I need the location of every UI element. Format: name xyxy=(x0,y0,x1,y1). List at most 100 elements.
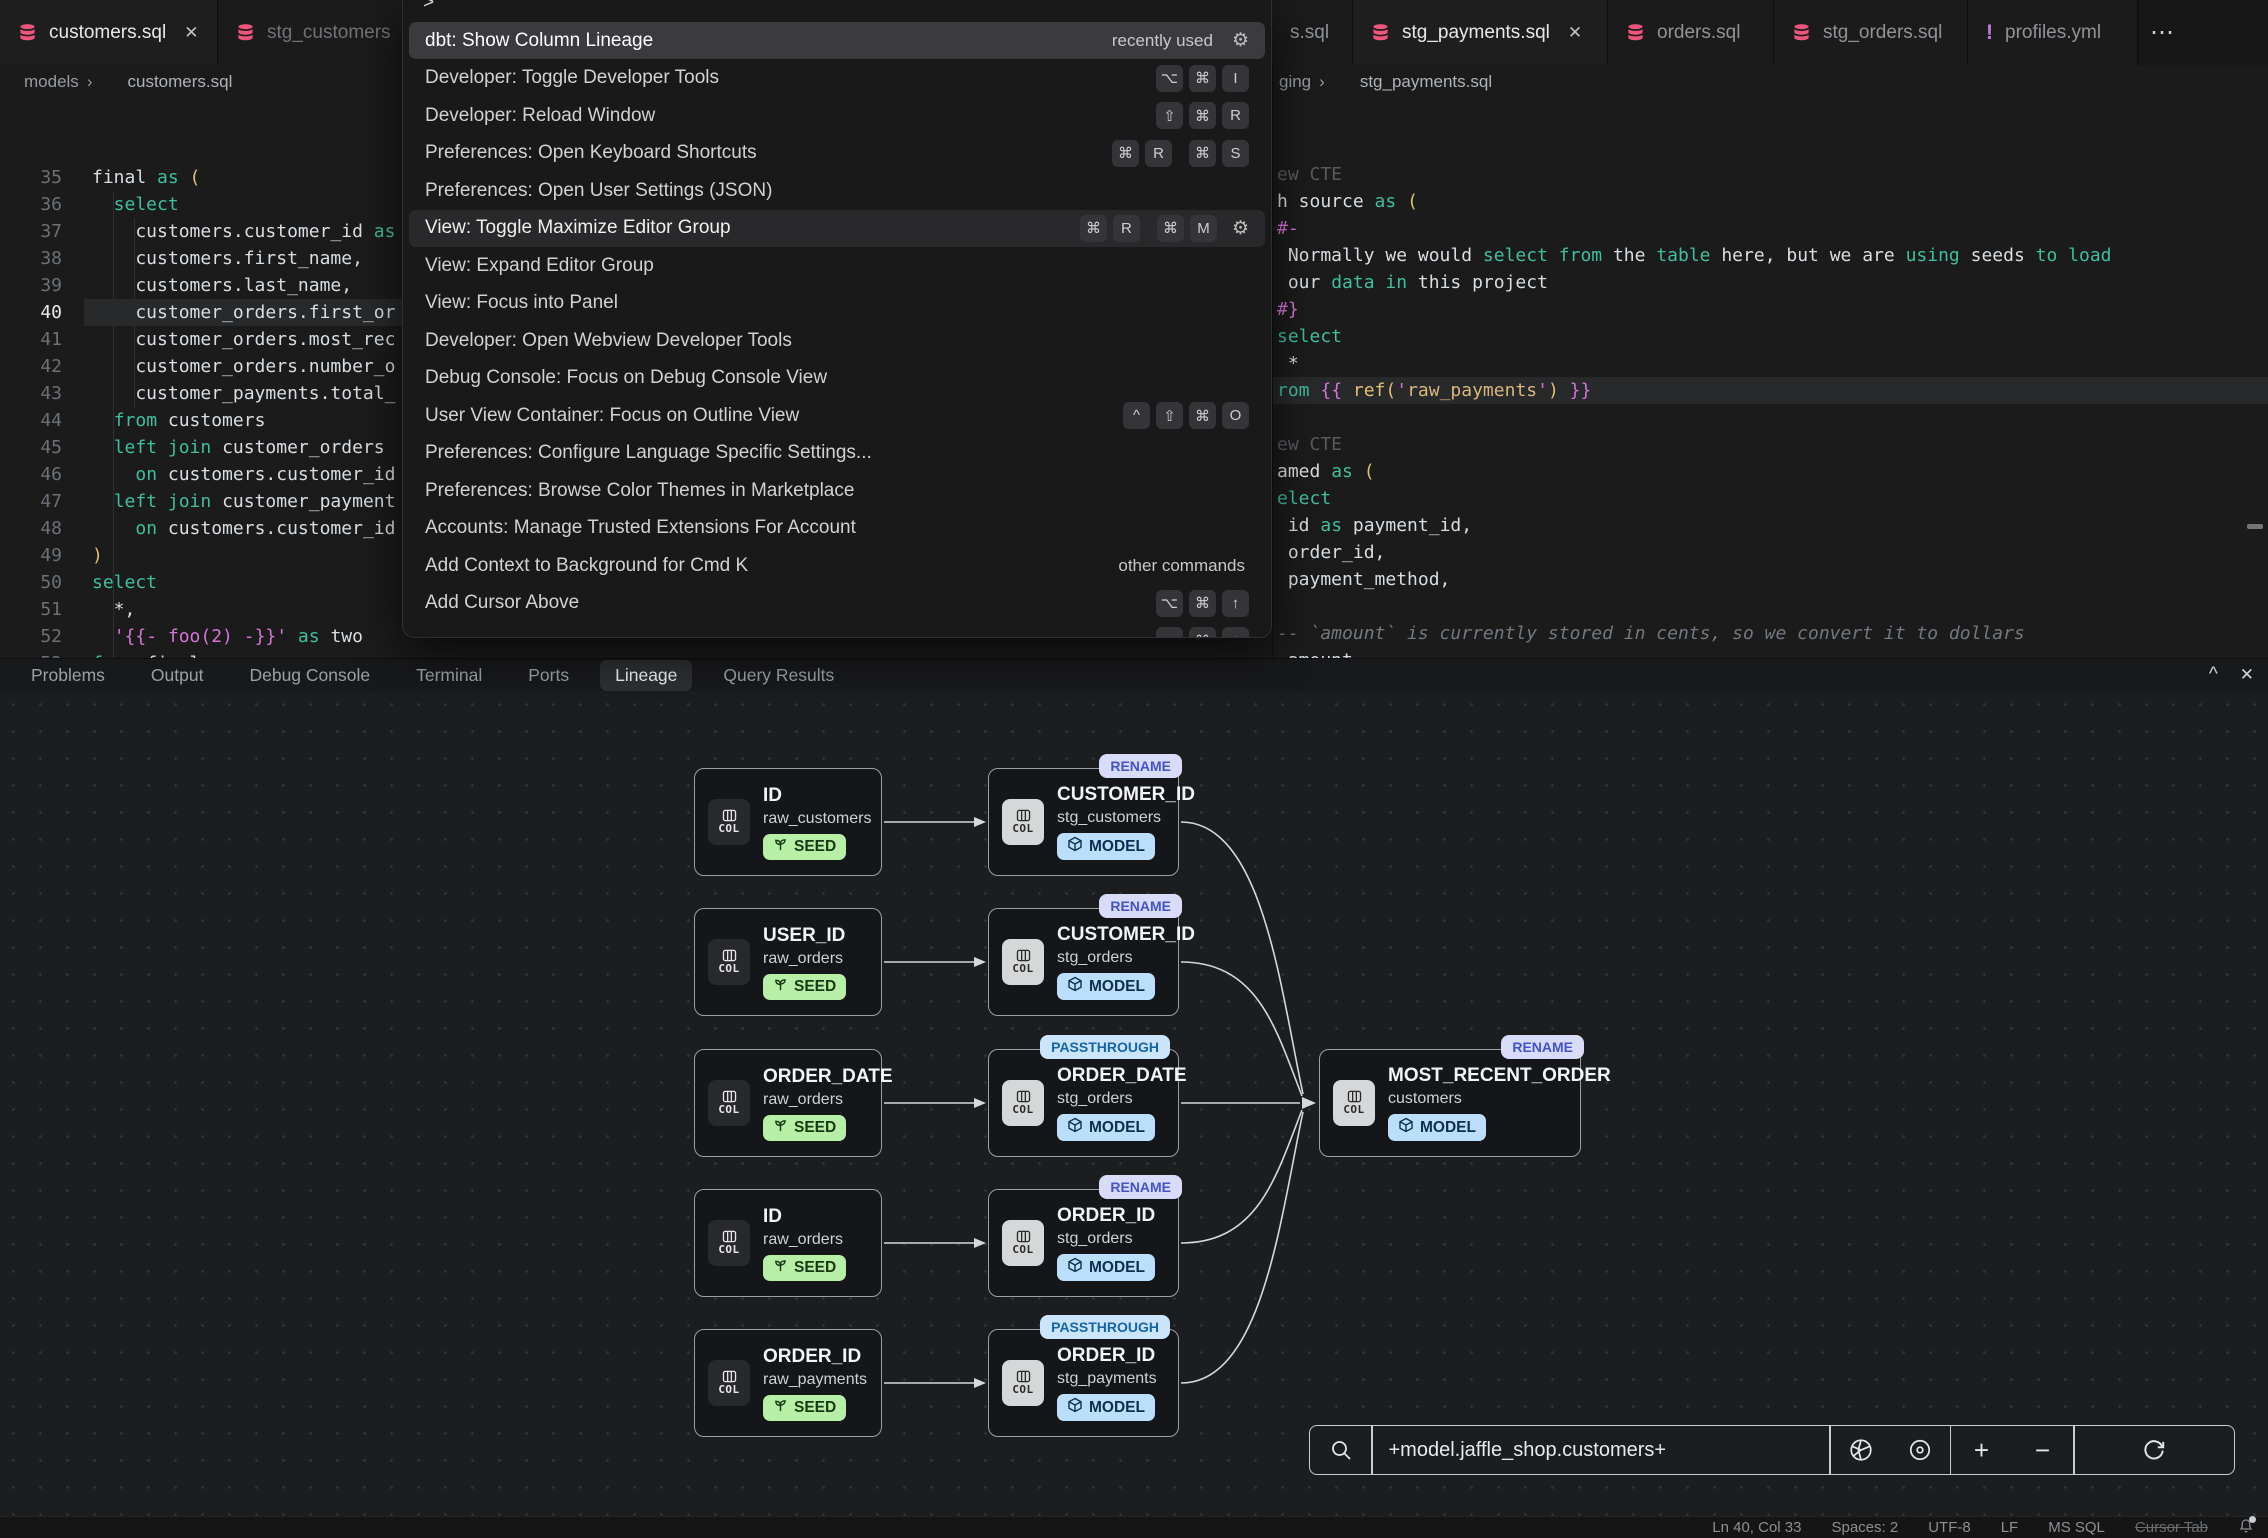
panel-tab-terminal[interactable]: Terminal xyxy=(401,660,497,691)
breadcrumb-folder[interactable]: ging xyxy=(1279,72,1311,92)
dbt-logo-icon[interactable] xyxy=(1831,1426,1891,1474)
keybinding-group: ^⇧⌘O xyxy=(1123,402,1249,429)
overview-ruler-mark xyxy=(2247,524,2263,529)
lineage-node-staging-stg_payments-order_id[interactable]: PASSTHROUGHCOLORDER_IDstg_paymentsMODEL xyxy=(988,1329,1179,1437)
command-item[interactable]: Developer: Open Webview Developer Tools xyxy=(409,322,1265,359)
line-number: 45 xyxy=(0,434,62,461)
panel-tab-output[interactable]: Output xyxy=(136,660,219,691)
command-item[interactable]: dbt: Show Column Lineagerecently used⚙ xyxy=(409,22,1265,59)
command-extras: ⌥⌘↑ xyxy=(1146,590,1249,617)
lineage-node-staging-stg_customers-customer_id[interactable]: RENAMECOLCUSTOMER_IDstg_customersMODEL xyxy=(988,768,1179,876)
command-item[interactable]: Preferences: Open User Settings (JSON) xyxy=(409,172,1265,209)
command-item[interactable]: Preferences: Configure Language Specific… xyxy=(409,435,1265,472)
tab-orders-sql[interactable]: orders.sql xyxy=(1608,0,1774,65)
node-info: ORDER_DATEstg_ordersMODEL xyxy=(1057,1065,1165,1141)
tab-stg_orders-sql[interactable]: stg_orders.sql xyxy=(1774,0,1968,65)
tab-s-sql[interactable]: s.sql xyxy=(1272,0,1353,65)
command-palette[interactable]: > dbt: Show Column Lineagerecently used⚙… xyxy=(402,0,1272,638)
panel-tab-problems[interactable]: Problems xyxy=(16,660,120,691)
close-panel-icon[interactable]: ✕ xyxy=(2240,665,2254,685)
zoom-in-button[interactable]: + xyxy=(1951,1426,2012,1474)
command-item[interactable]: View: Toggle Maximize Editor Group⌘R⌘M⚙ xyxy=(409,210,1265,247)
breadcrumb[interactable]: models › customers.sql xyxy=(0,65,232,99)
lineage-node-target-customers-most_recent_order[interactable]: RENAMECOLMOST_RECENT_ORDERcustomersMODEL xyxy=(1319,1049,1581,1157)
command-label: View: Toggle Maximize Editor Group xyxy=(425,217,1070,239)
close-icon[interactable]: ✕ xyxy=(184,23,198,43)
search-icon xyxy=(1310,1426,1371,1474)
notifications-bell-icon[interactable] xyxy=(2238,1518,2254,1538)
focus-target-icon[interactable] xyxy=(1891,1426,1950,1474)
lineage-node-source-raw_orders-user_id[interactable]: COLUSER_IDraw_ordersSEED xyxy=(694,908,882,1016)
close-icon[interactable]: ✕ xyxy=(1568,23,1582,43)
command-prompt: > xyxy=(423,0,434,14)
badge-seed: SEED xyxy=(763,1115,846,1141)
command-item[interactable]: View: Focus into Panel xyxy=(409,285,1265,322)
status-item-ms-sql[interactable]: MS SQL xyxy=(2048,1519,2105,1536)
breadcrumb-folder[interactable]: models xyxy=(24,72,79,92)
command-item[interactable]: Preferences: Open Keyboard Shortcuts⌘R⌘S xyxy=(409,135,1265,172)
lineage-search-input[interactable] xyxy=(1373,1426,1830,1474)
line-number: 44 xyxy=(0,407,62,434)
status-item-lf[interactable]: LF xyxy=(2001,1519,2019,1536)
db-icon xyxy=(236,23,255,42)
command-item[interactable]: Developer: Toggle Developer Tools⌥⌘I xyxy=(409,60,1265,97)
gear-icon[interactable]: ⚙ xyxy=(1232,29,1249,52)
collapse-panel-icon[interactable]: ^ xyxy=(2209,664,2218,686)
command-item[interactable]: Preferences: Browse Color Themes in Mark… xyxy=(409,472,1265,509)
line-number: 39 xyxy=(0,272,62,299)
lineage-node-staging-stg_orders-order_id[interactable]: RENAMECOLORDER_IDstg_ordersMODEL xyxy=(988,1189,1179,1297)
keycap: ↓ xyxy=(1222,627,1249,638)
command-item[interactable]: Add Context to Background for Cmd Kother… xyxy=(409,547,1265,584)
db-icon xyxy=(1626,23,1645,42)
panel-tab-ports[interactable]: Ports xyxy=(513,660,584,691)
panel-tab-debug-console[interactable]: Debug Console xyxy=(234,660,385,691)
lineage-node-staging-stg_orders-order_date[interactable]: PASSTHROUGHCOLORDER_DATEstg_ordersMODEL xyxy=(988,1049,1179,1157)
keycap: ^ xyxy=(1123,402,1150,429)
badge-cube-icon xyxy=(1067,836,1083,857)
lineage-canvas[interactable]: COLIDraw_customersSEED COLUSER_IDraw_orde… xyxy=(0,691,2268,1516)
badge-seed: SEED xyxy=(763,974,846,1000)
badge-seed: SEED xyxy=(763,1255,846,1281)
status-item-cursor-tab[interactable]: Cursor Tab xyxy=(2135,1519,2208,1536)
tab-customers-sql[interactable]: customers.sql✕ xyxy=(0,0,218,65)
editor-stg-payments[interactable]: ging › stg_payments.sql ew CTEh source a… xyxy=(1272,65,2268,658)
command-label: User View Container: Focus on Outline Vi… xyxy=(425,405,1113,427)
lineage-node-source-raw_customers-id[interactable]: COLIDraw_customersSEED xyxy=(694,768,882,876)
command-input[interactable]: > xyxy=(403,0,1271,20)
badge-model: MODEL xyxy=(1388,1114,1486,1141)
command-item[interactable]: User View Container: Focus on Outline Vi… xyxy=(409,397,1265,434)
command-item[interactable]: Accounts: Manage Trusted Extensions For … xyxy=(409,510,1265,547)
node-table: stg_orders xyxy=(1057,1230,1133,1248)
command-item[interactable]: Add Cursor Above⌥⌘↑ xyxy=(409,585,1265,622)
more-tabs-icon[interactable]: ⋯ xyxy=(2150,0,2176,65)
zoom-out-button[interactable]: − xyxy=(2012,1426,2073,1474)
panel-tab-query-results[interactable]: Query Results xyxy=(708,660,849,691)
lineage-node-staging-stg_orders-customer_id[interactable]: RENAMECOLCUSTOMER_IDstg_ordersMODEL xyxy=(988,908,1179,1016)
tab-profiles-yml[interactable]: !profiles.yml xyxy=(1968,0,2138,65)
status-item-utf-8[interactable]: UTF-8 xyxy=(1928,1519,1971,1536)
keybinding-group: ⌘M xyxy=(1157,215,1217,242)
breadcrumb-file[interactable]: stg_payments.sql xyxy=(1360,72,1492,92)
column-icon-label: COL xyxy=(1012,1243,1033,1256)
column-icon: COL xyxy=(1333,1080,1375,1126)
command-item[interactable]: Developer: Reload Window⇧⌘R xyxy=(409,97,1265,134)
status-item-spaces-2[interactable]: Spaces: 2 xyxy=(1831,1519,1898,1536)
command-extras: ⌥⌘↓ xyxy=(1146,627,1249,638)
tab-stg_payments-sql[interactable]: stg_payments.sql✕ xyxy=(1353,0,1608,65)
command-item[interactable]: View: Expand Editor Group xyxy=(409,247,1265,284)
keybinding-group: ⌥⌘↓ xyxy=(1156,627,1249,638)
refresh-icon[interactable] xyxy=(2075,1426,2235,1474)
code-area[interactable]: ew CTEh source as (#- Normally we would … xyxy=(1273,99,2268,658)
code-line: final as ( xyxy=(92,164,200,191)
status-item-ln-40-col-33[interactable]: Ln 40, Col 33 xyxy=(1712,1519,1801,1536)
command-item-partial[interactable]: ⌥⌘↓ xyxy=(409,622,1265,638)
lineage-node-source-raw_payments-order_id[interactable]: COLORDER_IDraw_paymentsSEED xyxy=(694,1329,882,1437)
lineage-node-source-raw_orders-order_date[interactable]: COLORDER_DATEraw_ordersSEED xyxy=(694,1049,882,1157)
lineage-node-source-raw_orders-id[interactable]: COLIDraw_ordersSEED xyxy=(694,1189,882,1297)
breadcrumb[interactable]: ging › stg_payments.sql xyxy=(1273,65,1492,99)
panel-tab-lineage[interactable]: Lineage xyxy=(600,660,692,691)
gear-icon[interactable]: ⚙ xyxy=(1232,217,1249,240)
breadcrumb-file[interactable]: customers.sql xyxy=(127,72,232,92)
command-item[interactable]: Debug Console: Focus on Debug Console Vi… xyxy=(409,360,1265,397)
tab-label: profiles.yml xyxy=(2005,22,2101,44)
